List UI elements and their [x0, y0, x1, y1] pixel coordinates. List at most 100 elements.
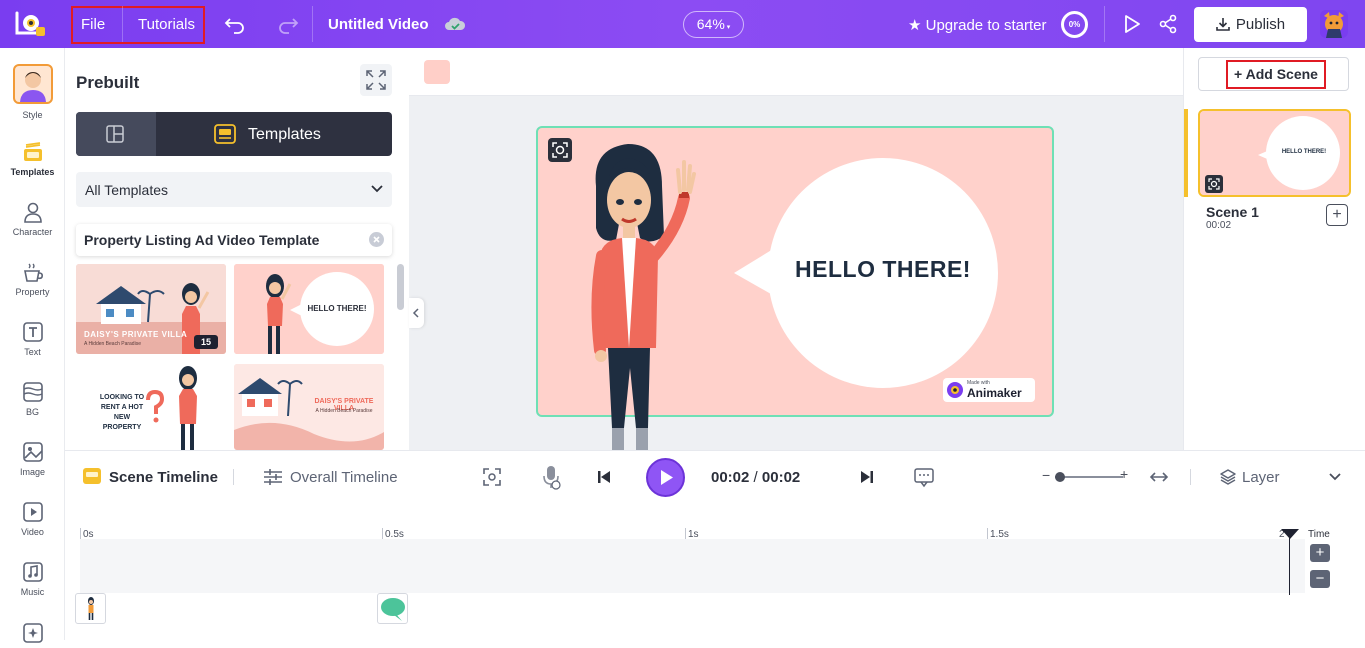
zoom-value: 64%	[696, 16, 725, 32]
tutorials-menu[interactable]: Tutorials	[138, 16, 195, 33]
screenshot-icon[interactable]	[1205, 175, 1223, 193]
cloud-saved-icon	[445, 17, 466, 30]
background-color-swatch[interactable]	[424, 60, 450, 84]
rail-item-music[interactable]: Music	[0, 561, 65, 597]
slider-handle[interactable]	[1055, 472, 1065, 482]
preview-play-icon[interactable]	[1121, 13, 1143, 35]
zoom-in-icon[interactable]: +	[1120, 466, 1128, 482]
skip-back-icon[interactable]	[595, 468, 613, 486]
add-after-scene-button[interactable]: +	[1326, 204, 1348, 226]
share-icon[interactable]	[1157, 13, 1179, 35]
scene-duration: 00:02	[1206, 220, 1232, 231]
rail-label: Image	[19, 467, 45, 477]
video-icon	[22, 502, 43, 522]
collapse-panel-button[interactable]	[409, 298, 424, 328]
panel-scrollbar[interactable]	[397, 264, 404, 310]
zoom-out-icon[interactable]: −	[1042, 467, 1050, 483]
scene-timeline-tab[interactable]: Scene Timeline	[109, 469, 218, 486]
rail-item-bg[interactable]: BG	[0, 381, 65, 417]
rail-label: Video	[21, 527, 44, 537]
track-zoom-out-button[interactable]: −	[1310, 570, 1330, 588]
publish-label: Publish	[1235, 16, 1286, 33]
download-icon	[1216, 18, 1230, 31]
left-rail: Style Templates Character Property Text	[0, 48, 65, 643]
skip-forward-icon[interactable]	[858, 468, 876, 486]
redo-icon[interactable]	[277, 13, 299, 35]
rail-item-property[interactable]: Property	[0, 261, 65, 297]
template-thumbnail[interactable]: HELLO THERE!	[234, 264, 384, 354]
layout-tab[interactable]	[76, 112, 156, 156]
scenes-panel: + Add Scene HELLO THERE! Scene 1 00:02 +	[1183, 48, 1365, 450]
animaker-logo-icon	[947, 382, 963, 398]
undo-icon[interactable]	[224, 13, 246, 35]
rail-item-text[interactable]: Text	[0, 321, 65, 357]
publish-button[interactable]: Publish	[1194, 7, 1307, 42]
templates-tab[interactable]: Templates	[248, 126, 321, 144]
template-thumbnail[interactable]: DAISY'S PRIVATE VILLA A Hidden Beach Par…	[76, 264, 226, 354]
upgrade-button[interactable]: ★ Upgrade to starter	[908, 16, 1047, 34]
expand-button[interactable]	[360, 64, 392, 96]
animaker-logo-icon[interactable]	[14, 9, 48, 39]
track-zoom-in-button[interactable]: +	[1310, 544, 1330, 562]
watermark-brand: Animaker	[967, 386, 1022, 400]
character-track-item[interactable]	[75, 593, 106, 624]
rail-item-image[interactable]: Image	[0, 441, 65, 477]
scene-timeline-icon	[83, 468, 101, 484]
scene-thumbnail[interactable]: HELLO THERE!	[1198, 109, 1351, 197]
file-menu[interactable]: File	[81, 16, 105, 33]
divider	[312, 6, 313, 42]
chip-label: Property Listing Ad Video Template	[84, 232, 320, 248]
close-icon[interactable]	[369, 232, 384, 247]
character-icon	[23, 202, 42, 223]
total-time: 00:02	[761, 469, 801, 486]
overall-timeline-tab[interactable]: Overall Timeline	[290, 469, 398, 486]
scene-canvas[interactable]: HELLO THERE! Made with Animaker	[536, 126, 1054, 468]
rail-label: BG	[25, 407, 39, 417]
chevron-down-icon[interactable]	[1328, 471, 1342, 483]
fit-width-icon[interactable]	[1149, 468, 1169, 486]
play-icon	[661, 470, 673, 485]
divider	[122, 6, 123, 42]
scene-count-badge: 15	[194, 335, 218, 349]
scene-name[interactable]: Scene 1	[1206, 204, 1259, 220]
template-category-select[interactable]: All Templates	[76, 172, 392, 207]
play-button[interactable]	[646, 458, 685, 497]
timeline-track[interactable]	[80, 539, 1305, 593]
template-thumbnail[interactable]: LOOKING TO RENT A HOT NEW PROPERTY	[76, 364, 226, 450]
divider	[1104, 6, 1105, 42]
scene-active-indicator	[1184, 109, 1188, 197]
microphone-icon[interactable]	[540, 464, 562, 490]
timeline-panel: Scene Timeline Overall Timeline 00:02 / …	[65, 450, 1365, 640]
chevron-left-icon	[412, 308, 419, 318]
time-label: Time	[1308, 529, 1330, 540]
speech-text[interactable]: HELLO THERE!	[768, 256, 998, 283]
rail-item-effects[interactable]	[0, 622, 65, 648]
video-title[interactable]: Untitled Video	[328, 16, 429, 33]
rail-item-templates[interactable]: Templates	[0, 141, 65, 177]
layers-icon	[1220, 469, 1236, 485]
user-avatar[interactable]	[1320, 10, 1348, 38]
progress-indicator[interactable]: 0%	[1061, 11, 1088, 38]
expand-icon	[366, 70, 386, 90]
layer-button[interactable]: Layer	[1242, 469, 1280, 486]
time-separator: /	[753, 469, 758, 486]
rail-label: Style	[22, 110, 43, 120]
fit-screen-icon[interactable]	[481, 466, 503, 488]
rail-item-character[interactable]: Character	[0, 201, 65, 237]
divider	[1190, 469, 1191, 485]
templates-panel: Prebuilt Templates All Templates Propert…	[65, 48, 409, 450]
stage-toolbar	[409, 48, 1183, 96]
add-scene-button[interactable]: + Add Scene	[1198, 57, 1349, 91]
panel-title: Prebuilt	[76, 73, 140, 92]
timeline-zoom-slider[interactable]	[1055, 476, 1123, 478]
rail-item-video[interactable]: Video	[0, 501, 65, 537]
template-thumbnail[interactable]: DAISY'S PRIVATE VILLA A Hidden Beach Par…	[234, 364, 384, 450]
canvas-stage: HELLO THERE! Made with Animaker	[409, 48, 1183, 468]
playhead[interactable]	[1289, 535, 1290, 595]
subtitles-icon[interactable]	[913, 466, 935, 488]
current-time: 00:02	[711, 469, 750, 486]
speech-bubble-track-item[interactable]	[377, 593, 408, 624]
select-value: All Templates	[85, 182, 169, 198]
zoom-select[interactable]: 64% ▾	[683, 11, 744, 38]
rail-item-style[interactable]: Style	[0, 64, 65, 120]
